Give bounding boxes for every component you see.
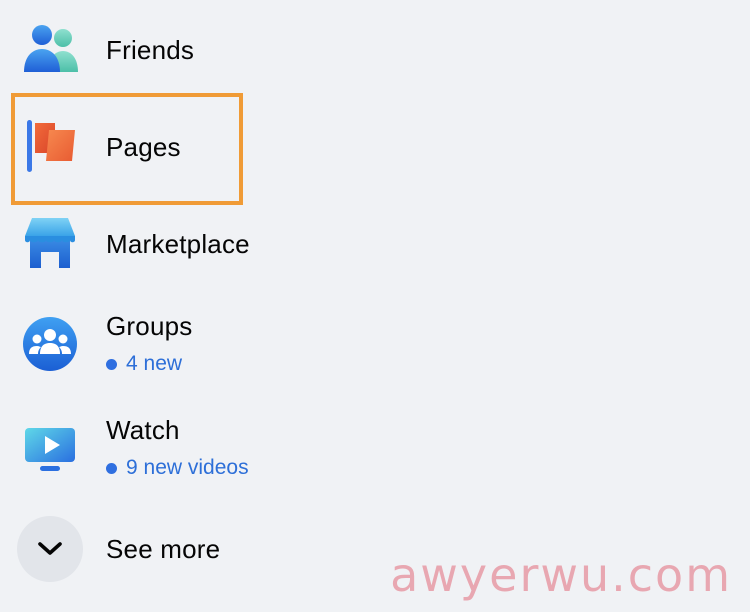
menu-item-watch[interactable]: Watch 9 new videos [0,412,750,492]
unread-dot [106,462,117,474]
menu-item-subtitle: 9 new videos [106,456,249,480]
shortcut-menu: Friends Pages Marketplace Groups 4 new W… [0,0,750,612]
watch-play-icon [18,418,82,482]
friends-icon [18,18,82,82]
marketplace-store-icon [18,210,82,274]
groups-new-count: 4 new [126,352,183,375]
groups-icon [18,312,82,376]
menu-item-marketplace[interactable]: Marketplace [0,204,750,284]
watermark: awyerwu.com [390,548,732,602]
chevron-down-icon [38,542,62,555]
watch-new-videos: 9 new videos [126,456,249,479]
menu-item-subtitle: 4 new [106,352,182,376]
menu-item-label: See more [106,534,221,564]
see-more-button[interactable] [17,516,83,582]
menu-item-groups[interactable]: Groups 4 new [0,308,750,388]
highlight-box [11,93,243,205]
menu-item-label: Watch [106,415,180,445]
menu-item-label: Groups [106,311,193,341]
unread-dot [106,358,117,370]
menu-item-friends[interactable]: Friends [0,10,750,90]
menu-item-label: Friends [106,35,195,65]
menu-item-label: Marketplace [106,229,250,259]
